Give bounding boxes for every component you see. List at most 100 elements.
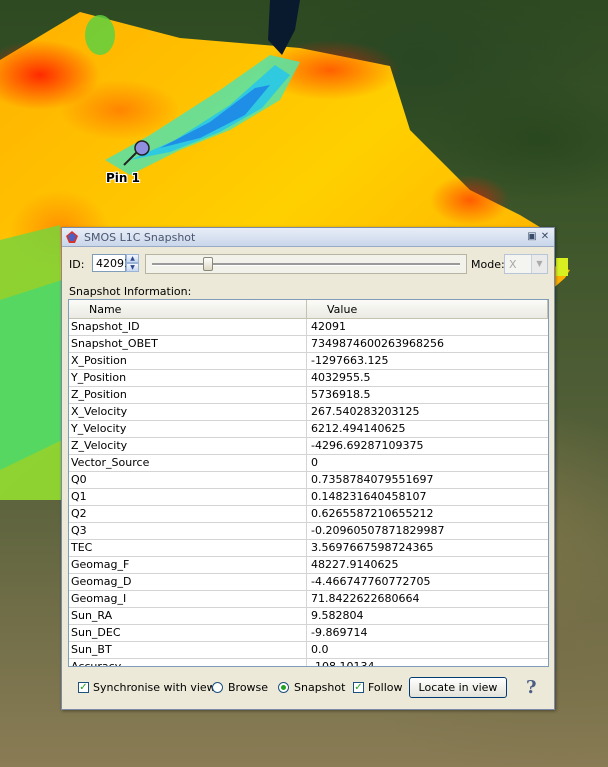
row-value-cell: -108.10134 (311, 660, 375, 667)
bottom-controls: ✓ Synchronise with view Browse Snapshot … (62, 675, 554, 703)
pin-marker[interactable] (134, 140, 150, 156)
table-row[interactable]: Y_Velocity 6212.494140625 (69, 421, 548, 438)
row-name-cell: Geomag_F (69, 557, 307, 573)
snapshot-id-input[interactable]: 42091 (92, 254, 131, 272)
id-spinner: ▲ ▼ (126, 254, 139, 272)
row-name-cell: X_Velocity (69, 404, 307, 420)
row-value-cell: 0.6265587210655212 (311, 507, 434, 520)
row-value-cell: 42091 (311, 320, 346, 333)
snapshot-label: Snapshot (294, 681, 346, 694)
mode-label: Mode: (471, 258, 505, 271)
row-value-cell: 3.5697667598724365 (311, 541, 434, 554)
table-row[interactable]: Sun_DEC -9.869714 (69, 625, 548, 642)
smos-snapshot-window: SMOS L1C Snapshot ▣ ✕ ID: 42091 ▲ ▼ Mode… (61, 227, 555, 710)
table-row[interactable]: Geomag_I 71.8422622680664 (69, 591, 548, 608)
row-name-cell: Z_Position (69, 387, 307, 403)
mode-select[interactable]: X ▼ (504, 254, 548, 274)
spinner-down-icon[interactable]: ▼ (126, 263, 139, 272)
snapshot-id-row: ID: 42091 ▲ ▼ Mode: X ▼ (67, 252, 549, 276)
table-row[interactable]: TEC 3.5697667598724365 (69, 540, 548, 557)
row-value-cell: 9.582804 (311, 609, 364, 622)
window-title: SMOS L1C Snapshot (84, 230, 196, 244)
snapshot-info-table[interactable]: Name Value Snapshot_ID 42091 Snapshot_OBET… (68, 299, 549, 667)
row-value-cell: 0.0 (311, 643, 329, 656)
browse-radio[interactable] (212, 682, 223, 693)
table-row[interactable]: Q0 0.7358784079551697 (69, 472, 548, 489)
slider-groove (152, 263, 460, 266)
follow-label: Follow (368, 681, 403, 694)
row-name-cell: Sun_RA (69, 608, 307, 624)
row-name-cell: Vector_Source (69, 455, 307, 471)
row-value-cell: 4032955.5 (311, 371, 371, 384)
row-name-cell: Z_Velocity (69, 438, 307, 454)
window-titlebar[interactable]: SMOS L1C Snapshot ▣ ✕ (62, 228, 554, 247)
row-value-cell: -0.20960507871829987 (311, 524, 445, 537)
row-name-cell: Sun_DEC (69, 625, 307, 641)
table-row[interactable]: Y_Position 4032955.5 (69, 370, 548, 387)
table-row[interactable]: Geomag_D -4.466747760772705 (69, 574, 548, 591)
table-row[interactable]: Sun_BT 0.0 (69, 642, 548, 659)
row-name-cell: Q2 (69, 506, 307, 522)
column-header-name[interactable]: Name (69, 300, 307, 318)
row-name-cell: Geomag_I (69, 591, 307, 607)
table-row[interactable]: Snapshot_ID 42091 (69, 319, 548, 336)
row-value-cell: 0 (311, 456, 318, 469)
follow-checkbox[interactable]: ✓ (353, 682, 364, 693)
table-row[interactable]: Geomag_F 48227.9140625 (69, 557, 548, 574)
row-name-cell: Y_Velocity (69, 421, 307, 437)
table-row[interactable]: Q3 -0.20960507871829987 (69, 523, 548, 540)
row-value-cell: -4296.69287109375 (311, 439, 424, 452)
table-header: Name Value (69, 300, 548, 319)
row-value-cell: 71.8422622680664 (311, 592, 420, 605)
snapshot-info-label: Snapshot Information: (69, 285, 192, 298)
table-row[interactable]: Accuracy -108.10134 (69, 659, 548, 667)
app-icon (66, 231, 78, 243)
sync-checkbox[interactable]: ✓ (78, 682, 89, 693)
row-value-cell: 6212.494140625 (311, 422, 406, 435)
pin-label: Pin 1 (106, 171, 140, 185)
spinner-up-icon[interactable]: ▲ (126, 254, 139, 263)
row-name-cell: Y_Position (69, 370, 307, 386)
close-icon[interactable]: ✕ (540, 232, 550, 242)
mode-value: X (509, 258, 517, 271)
row-name-cell: TEC (69, 540, 307, 556)
row-name-cell: Sun_BT (69, 642, 307, 658)
table-row[interactable]: X_Velocity 267.540283203125 (69, 404, 548, 421)
table-row[interactable]: Z_Velocity -4296.69287109375 (69, 438, 548, 455)
slider-thumb[interactable] (203, 257, 213, 271)
table-row[interactable]: Snapshot_OBET 7349874600263968256 (69, 336, 548, 353)
table-row[interactable]: Z_Position 5736918.5 (69, 387, 548, 404)
help-icon[interactable]: ? (526, 677, 537, 698)
row-name-cell: Q0 (69, 472, 307, 488)
row-value-cell: -4.466747760772705 (311, 575, 431, 588)
browse-label: Browse (228, 681, 269, 694)
snapshot-slider[interactable] (145, 254, 467, 274)
row-name-cell: Accuracy (69, 659, 307, 666)
row-value-cell: 0.148231640458107 (311, 490, 427, 503)
table-row[interactable]: Q2 0.6265587210655212 (69, 506, 548, 523)
row-value-cell: -1297663.125 (311, 354, 389, 367)
table-row[interactable]: X_Position -1297663.125 (69, 353, 548, 370)
row-value-cell: 7349874600263968256 (311, 337, 444, 350)
id-label: ID: (69, 258, 85, 271)
row-name-cell: Geomag_D (69, 574, 307, 590)
locate-in-view-button[interactable]: Locate in view (409, 677, 507, 698)
table-row[interactable]: Sun_RA 9.582804 (69, 608, 548, 625)
row-name-cell: Q3 (69, 523, 307, 539)
row-value-cell: 48227.9140625 (311, 558, 399, 571)
row-name-cell: Snapshot_ID (69, 319, 307, 335)
row-value-cell: 0.7358784079551697 (311, 473, 434, 486)
column-header-value[interactable]: Value (307, 300, 548, 318)
table-row[interactable]: Vector_Source 0 (69, 455, 548, 472)
table-row[interactable]: Q1 0.148231640458107 (69, 489, 548, 506)
table-body: Snapshot_ID 42091 Snapshot_OBET 73498746002… (69, 319, 548, 667)
row-name-cell: X_Position (69, 353, 307, 369)
snapshot-radio[interactable] (278, 682, 289, 693)
row-value-cell: 267.540283203125 (311, 405, 420, 418)
chevron-down-icon: ▼ (531, 255, 547, 273)
maximize-icon[interactable]: ▣ (527, 232, 537, 242)
row-value-cell: 5736918.5 (311, 388, 371, 401)
row-name-cell: Snapshot_OBET (69, 336, 307, 352)
row-name-cell: Q1 (69, 489, 307, 505)
sync-label: Synchronise with view (93, 681, 216, 694)
